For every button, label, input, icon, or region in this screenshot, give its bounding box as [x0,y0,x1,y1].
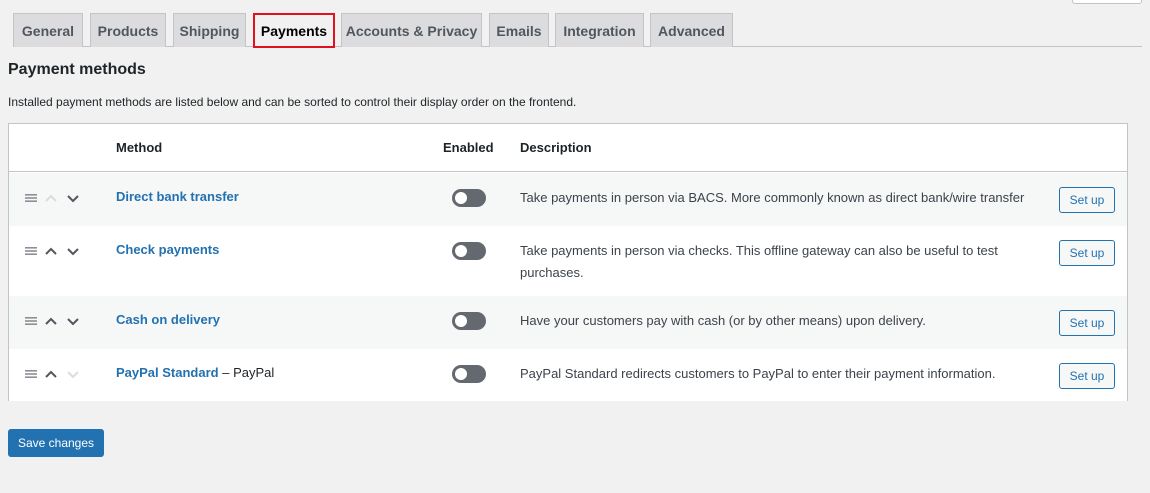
page-title: Payment methods [8,61,146,78]
column-header-method: Method [116,140,163,155]
drag-handle-icon[interactable] [25,316,37,326]
table-header: Method Enabled Description [9,124,1127,172]
chevron-down-icon[interactable] [65,313,81,329]
table-row: Cash on delivery Have your customers pay… [9,296,1127,349]
method-name: Check payments [116,242,219,257]
tab-shipping[interactable]: Shipping [173,13,246,47]
settings-tabs: General Products Shipping Payments Accou… [13,13,1142,48]
table-row: Check payments Take payments in person v… [9,226,1127,296]
table-row: PayPal Standard – PayPal PayPal Standard… [9,349,1127,401]
save-changes-button[interactable]: Save changes [8,429,104,457]
method-description: Take payments in person via BACS. More c… [520,190,1025,205]
drag-handle-icon[interactable] [25,246,37,256]
enabled-toggle[interactable] [452,189,486,207]
method-name: Cash on delivery [116,312,220,327]
enabled-toggle[interactable] [452,242,486,260]
section-intro: Installed payment methods are listed bel… [8,95,577,109]
toggle-knob [455,192,467,204]
chevron-up-icon[interactable] [43,366,59,382]
payment-methods-table: Method Enabled Description Direct bank t… [8,123,1128,401]
toggle-knob [455,368,467,380]
setup-button[interactable]: Set up [1059,240,1115,266]
chevron-up-icon[interactable] [43,243,59,259]
tab-integration[interactable]: Integration [555,13,644,47]
table-row: Direct bank transfer Take payments in pe… [9,173,1127,226]
setup-button[interactable]: Set up [1059,363,1115,389]
tab-general[interactable]: General [13,13,83,47]
method-description: Take payments in person via checks. This… [520,243,998,280]
enabled-toggle[interactable] [452,365,486,383]
chevron-up-icon[interactable] [43,313,59,329]
method-link[interactable]: Check payments [116,242,219,257]
method-suffix: – PayPal [218,365,275,380]
method-name: PayPal Standard – PayPal [116,365,274,380]
drag-handle-icon[interactable] [25,369,37,379]
chevron-down-icon[interactable] [65,190,81,206]
setup-button[interactable]: Set up [1059,310,1115,336]
enabled-toggle[interactable] [452,312,486,330]
sort-controls [25,312,81,330]
tab-accounts-privacy[interactable]: Accounts & Privacy [341,13,482,47]
method-link[interactable]: PayPal Standard [116,365,219,380]
tab-emails[interactable]: Emails [489,13,549,47]
toggle-knob [455,315,467,327]
top-right-control[interactable] [1072,0,1142,4]
chevron-up-icon[interactable] [43,190,59,206]
sort-controls [25,365,81,383]
sort-controls [25,242,81,260]
drag-handle-icon[interactable] [25,193,37,203]
method-link[interactable]: Direct bank transfer [116,189,239,204]
sort-controls [25,189,81,207]
method-link[interactable]: Cash on delivery [116,312,220,327]
tab-products[interactable]: Products [90,13,166,47]
column-header-enabled: Enabled [443,140,494,155]
tab-payments[interactable]: Payments [253,13,335,48]
toggle-knob [455,245,467,257]
column-header-description: Description [520,140,592,155]
tab-advanced[interactable]: Advanced [650,13,733,47]
method-name: Direct bank transfer [116,189,239,204]
method-description: PayPal Standard redirects customers to P… [520,366,996,381]
method-description: Have your customers pay with cash (or by… [520,313,926,328]
chevron-down-icon[interactable] [65,243,81,259]
chevron-down-icon[interactable] [65,366,81,382]
setup-button[interactable]: Set up [1059,187,1115,213]
